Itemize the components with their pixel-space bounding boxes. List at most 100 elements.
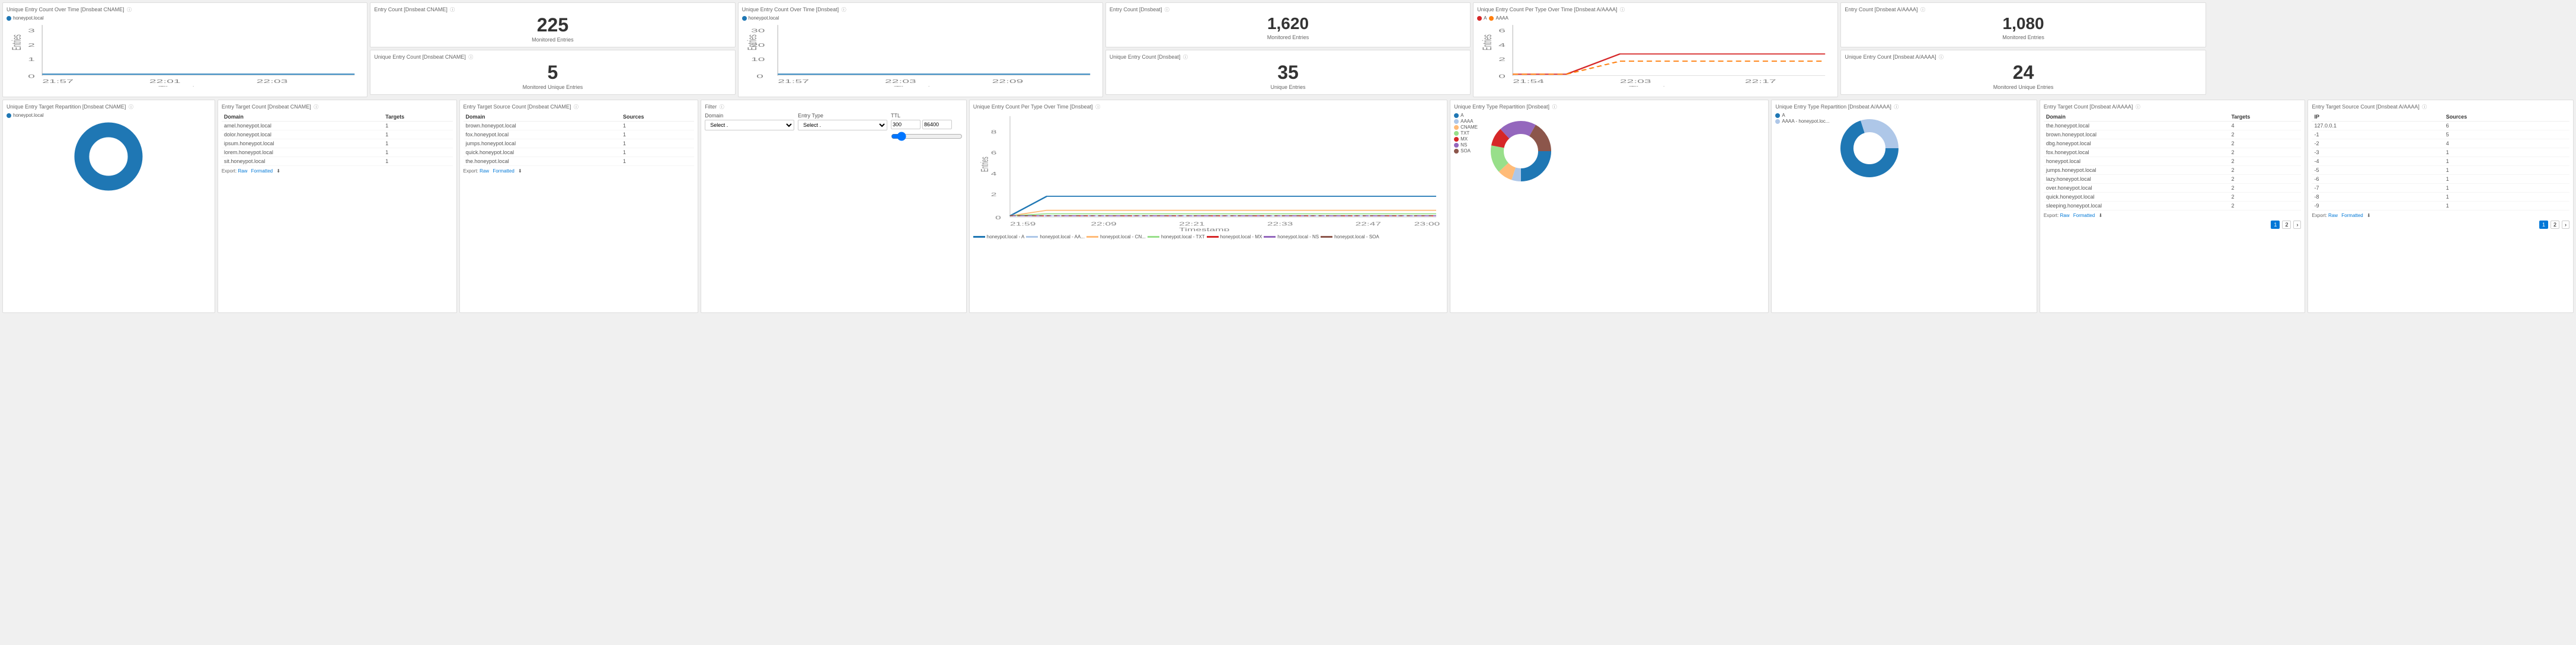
table-cell: 1	[2444, 166, 2569, 175]
export-label: Export:	[222, 168, 236, 174]
table-cell: 2	[2229, 166, 2301, 175]
cname-count-value: 225	[374, 15, 731, 34]
panel-title-target-count-cname: Entry Target Count [Dnsbeat CNAME] ⓘ	[222, 104, 453, 110]
pagination-target-a-aaaa: 1 2 ›	[2044, 221, 2302, 229]
info-icon: ⓘ	[468, 55, 473, 60]
title-text: Unique Entry Count [Dnsbeat CNAME]	[374, 54, 466, 60]
table-cell: 1	[621, 122, 694, 130]
info-icon: ⓘ	[314, 104, 318, 110]
unique-dnsbeat-value: 35	[1110, 63, 1466, 82]
info-icon: ⓘ	[1095, 104, 1100, 110]
page-1-btn[interactable]: 1	[2271, 221, 2280, 229]
legend-dot	[1775, 119, 1780, 124]
info-icon: ⓘ	[842, 7, 846, 12]
panel-title-unique-cname: Unique Entry Count [Dnsbeat CNAME] ⓘ	[374, 54, 731, 60]
legend-label: NS	[1460, 142, 1467, 148]
export-formatted-link[interactable]: Formatted	[251, 168, 273, 174]
panel-title-dnsbeat-count: Entry Count [Dnsbeat] ⓘ	[1110, 7, 1466, 13]
table-row: dbg.honeypot.local2	[2044, 139, 2302, 148]
export-raw-link[interactable]: Raw	[2060, 213, 2069, 218]
panel-filter: Filter ⓘ Domain Select . Entry Type Sele…	[701, 100, 967, 313]
legend-label: honeypot.local - AA...	[1040, 234, 1085, 240]
svg-text:22:21: 22:21	[1179, 221, 1204, 226]
table-row: -91	[2312, 202, 2569, 210]
svg-text:Timestamp: Timestamp	[158, 85, 219, 87]
panel-target-count-a-aaaa: Entry Target Count [Dnsbeat A/AAAA] ⓘ Do…	[2040, 100, 2306, 313]
svg-text:21:54: 21:54	[1513, 78, 1544, 84]
svg-text:0: 0	[756, 74, 763, 79]
legend-label: honeypot.local - MX	[1220, 234, 1263, 240]
ttl-min-input[interactable]	[891, 120, 921, 129]
table-cell: honeypot.local	[2044, 157, 2229, 166]
panel-dnsbeat-over-time: Unique Entry Count Over Time [Dnsbeat] ⓘ…	[738, 2, 1103, 97]
filter-domain-select[interactable]: Select .	[705, 120, 794, 130]
page-2-btn[interactable]: 2	[2551, 221, 2559, 229]
table-cell: -6	[2312, 175, 2443, 184]
export-formatted-link[interactable]: Formatted	[2073, 213, 2095, 218]
panel-target-count-cname: Entry Target Count [Dnsbeat CNAME] ⓘ Dom…	[218, 100, 457, 313]
cname-over-time-chart: 0 1 2 3 Entries 21:57 22:01 22:03 Timest…	[7, 21, 363, 87]
table-cell: lazy.honeypot.local	[2044, 175, 2229, 184]
export-raw-link[interactable]: Raw	[238, 168, 247, 174]
panel-cname-over-time: Unique Entry Count Over Time [Dnsbeat CN…	[2, 2, 367, 97]
svg-text:Timestamp: Timestamp	[894, 85, 955, 87]
export-raw-link[interactable]: Raw	[2328, 213, 2338, 218]
info-icon: ⓘ	[1920, 7, 1925, 12]
panel-title-type-repartition-a-aaaa: Unique Entry Type Repartition [Dnsbeat A…	[1775, 104, 2033, 110]
info-icon: ⓘ	[450, 7, 455, 12]
legend-ns-seg: NS	[1454, 142, 1478, 148]
title-text: Unique Entry Target Repartition [Dnsbeat…	[7, 104, 126, 110]
export-formatted-link[interactable]: Formatted	[493, 168, 514, 174]
svg-text:6: 6	[1498, 28, 1506, 34]
panel-title-source-count-a-aaaa: Entry Target Source Count [Dnsbeat A/AAA…	[2312, 104, 2569, 110]
info-icon: ⓘ	[2422, 104, 2427, 110]
table-cell: 1	[383, 148, 452, 157]
panel-unique-dnsbeat-count: Unique Entry Count [Dnsbeat] ⓘ 35 Unique…	[1105, 50, 1471, 95]
table-row: -15	[2312, 130, 2569, 139]
legend-dot	[742, 16, 747, 21]
ttl-max-input[interactable]	[922, 120, 952, 129]
filter-entry-type-select[interactable]: Select .	[798, 120, 887, 130]
export-row-target-a-aaaa: Export: Raw Formatted ⬇	[2044, 213, 2302, 218]
legend-label: CNAME	[1460, 124, 1478, 130]
formatted-icon: ⬇	[518, 168, 522, 174]
panel-dnsbeat-count: Entry Count [Dnsbeat] ⓘ 1,620 Monitored …	[1105, 2, 1471, 47]
panel-title-type-repartition: Unique Entry Type Repartition [Dnsbeat] …	[1454, 104, 1765, 110]
legend-ns-type: honeypot.local - NS	[1264, 234, 1319, 240]
export-raw-link[interactable]: Raw	[480, 168, 489, 174]
target-source-cname-table: Domain Sources brown.honeypot.local1fox.…	[464, 113, 695, 166]
legend-honeypot2: honeypot.local	[742, 15, 779, 21]
legend-dot	[1148, 236, 1159, 238]
table-row: sleeping.honeypot.local2	[2044, 202, 2302, 210]
svg-text:6: 6	[991, 150, 997, 155]
title-text: Unique Entry Type Repartition [Dnsbeat A…	[1775, 104, 1891, 110]
legend-label: honeypot.local	[749, 15, 779, 21]
panel-title-a-aaaa: Entry Count [Dnsbeat A/AAAA] ⓘ	[1845, 7, 2201, 13]
table-cell: 1	[2444, 148, 2569, 157]
table-row: amel.honeypot.local1	[222, 122, 453, 130]
table-cell: 2	[2229, 202, 2301, 210]
page-1-btn[interactable]: 1	[2539, 221, 2548, 229]
filter-domain-label: Domain	[705, 113, 794, 119]
ttl-slider[interactable]	[891, 132, 963, 141]
legend-label: SOA	[1460, 148, 1471, 154]
legend-label-aaaa: AAAA	[1495, 15, 1508, 21]
svg-text:22:17: 22:17	[1745, 78, 1776, 84]
legend-cname-seg: CNAME	[1454, 124, 1478, 130]
page-next-btn[interactable]: ›	[2293, 221, 2301, 229]
legend-dot	[1026, 236, 1038, 238]
legend-soa-type: honeypot.local - SOA	[1321, 234, 1379, 240]
title-text: Unique Entry Type Repartition [Dnsbeat]	[1454, 104, 1549, 110]
formatted-icon: ⬇	[2367, 213, 2371, 218]
page-next-btn[interactable]: ›	[2562, 221, 2569, 229]
export-formatted-link[interactable]: Formatted	[2341, 213, 2363, 218]
svg-text:22:03: 22:03	[1620, 78, 1651, 84]
page-2-btn[interactable]: 2	[2282, 221, 2291, 229]
export-row-source-cname: Export: Raw Formatted ⬇	[464, 168, 695, 174]
svg-text:2: 2	[991, 192, 997, 197]
panel-target-repartition-cname: Unique Entry Target Repartition [Dnsbeat…	[2, 100, 215, 313]
table-cell: 1	[621, 139, 694, 148]
title-text: Unique Entry Count [Dnsbeat]	[1110, 54, 1181, 60]
table-row: -71	[2312, 184, 2569, 193]
table-cell: 2	[2229, 175, 2301, 184]
